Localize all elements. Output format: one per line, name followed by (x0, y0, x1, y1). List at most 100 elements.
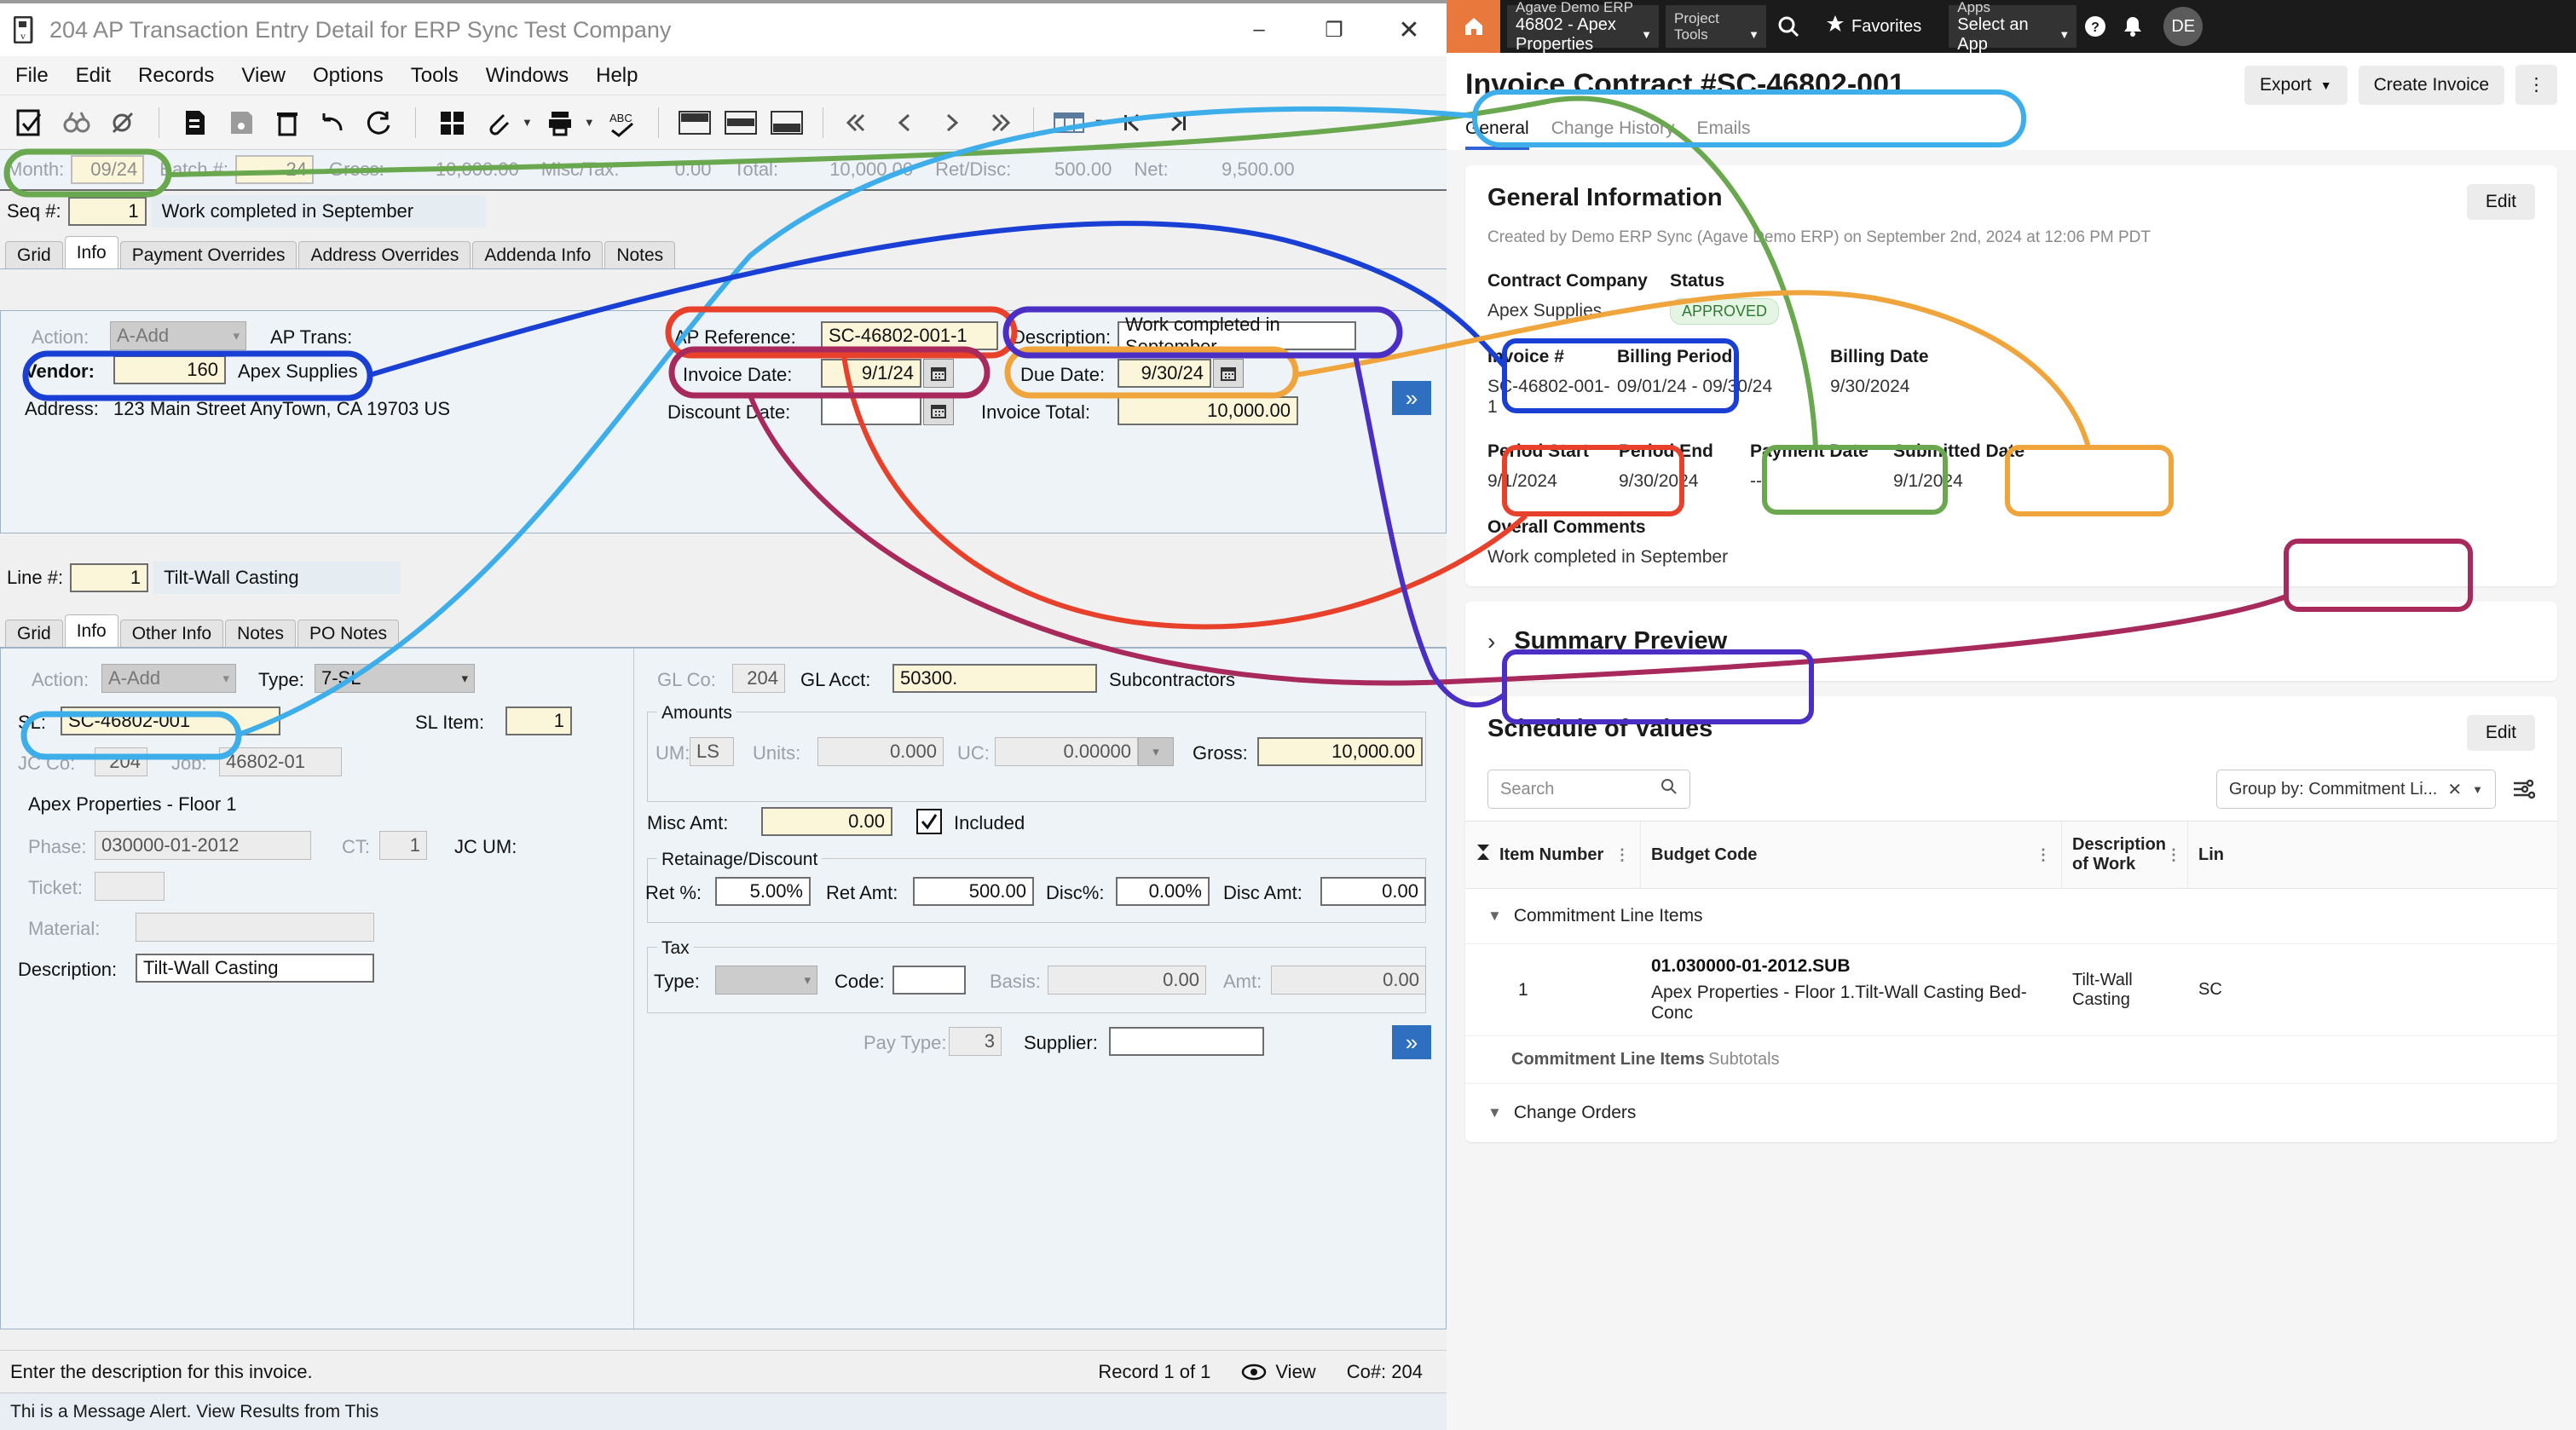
menu-options[interactable]: Options (313, 64, 384, 88)
table-row[interactable]: 1 01.030000-01-2012.SUB Apex Properties … (1465, 944, 2557, 1036)
grid-view-caret-icon[interactable]: ▼ (1094, 116, 1105, 129)
units-field[interactable]: 0.000 (817, 737, 944, 766)
favorites-button[interactable]: Favorites (1826, 14, 1921, 38)
clear-group-icon[interactable]: ✕ (2447, 779, 2462, 800)
tax-code-field[interactable] (892, 966, 966, 995)
misc-amt-field[interactable]: 0.00 (761, 807, 892, 836)
sl-item-field[interactable]: 1 (505, 706, 572, 735)
layout-top-icon[interactable] (676, 104, 713, 141)
layout-middle-icon[interactable] (722, 104, 760, 141)
menu-view[interactable]: View (241, 64, 286, 88)
um-field[interactable]: LS (690, 737, 734, 766)
apref-field[interactable]: SC-46802-001-1 (821, 321, 998, 350)
header-tab-address-overrides[interactable]: Address Overrides (298, 241, 471, 268)
sov-group-by-chip[interactable]: Group by: Commitment Li... ✕ ▼ (2215, 770, 2496, 809)
header-tab-payment-overrides[interactable]: Payment Overrides (119, 241, 297, 268)
home-icon[interactable] (1447, 0, 1500, 53)
more-actions-button[interactable]: ⋮ (2515, 65, 2557, 105)
vendor-field[interactable]: 160 (113, 355, 226, 384)
line-tab-info[interactable]: Info (64, 614, 118, 647)
group-expand-icon[interactable]: ▼ (1487, 908, 1502, 925)
jump-last-icon[interactable] (1159, 104, 1197, 141)
disc-amt-field[interactable]: 0.00 (1320, 877, 1426, 906)
tab-change-history[interactable]: Change History (1551, 118, 1675, 150)
ret-amt-field[interactable]: 500.00 (913, 877, 1034, 906)
sov-edit-button[interactable]: Edit (2466, 715, 2535, 751)
project-tools-selector[interactable]: Project Tools ▼ (1666, 5, 1766, 48)
line-type-select[interactable]: 7-SL ▾ (315, 664, 475, 693)
material-field[interactable] (136, 913, 374, 942)
seq-field[interactable]: 1 (67, 197, 147, 226)
supplier-field[interactable] (1109, 1027, 1264, 1056)
basis-field[interactable]: 0.00 (1048, 966, 1206, 995)
status-view[interactable]: View (1275, 1361, 1315, 1383)
included-checkbox[interactable] (916, 809, 942, 834)
menu-tools[interactable]: Tools (411, 64, 459, 88)
invoice-date-field[interactable]: 9/1/24 (821, 359, 921, 388)
due-date-calendar-icon[interactable] (1213, 359, 1244, 388)
new-record-icon[interactable] (176, 104, 214, 141)
disc-pct-field[interactable]: 0.00% (1116, 877, 1210, 906)
line-expand-button[interactable]: » (1392, 1025, 1431, 1059)
first-record-icon[interactable] (840, 104, 878, 141)
ct-field[interactable]: 1 (379, 831, 427, 860)
refresh-icon[interactable] (361, 104, 398, 141)
sov-col-budget-code[interactable]: Budget Code ⋮ (1641, 822, 2062, 888)
close-button[interactable]: ✕ (1372, 3, 1447, 56)
save-icon[interactable] (222, 104, 260, 141)
header-tab-addenda-info[interactable]: Addenda Info (472, 241, 604, 268)
group2-expand-icon[interactable]: ▼ (1487, 1104, 1502, 1122)
discount-date-calendar-icon[interactable] (923, 396, 954, 425)
invoice-date-calendar-icon[interactable] (923, 359, 954, 388)
menu-edit[interactable]: Edit (76, 64, 111, 88)
jump-first-icon[interactable] (1113, 104, 1151, 141)
discount-date-field[interactable] (821, 396, 921, 425)
next-record-icon[interactable] (933, 104, 970, 141)
glco-field[interactable]: 204 (732, 664, 785, 693)
sov-settings-icon[interactable] (2511, 777, 2535, 801)
last-record-icon[interactable] (979, 104, 1016, 141)
sov-col-item-number[interactable]: Item Number ⋮ (1465, 822, 1641, 888)
tax-type-select[interactable]: ▾ (715, 966, 817, 995)
header-action-select[interactable]: A-Add ▾ (110, 321, 246, 350)
grid-view-icon[interactable] (1051, 104, 1089, 141)
item-number-kebab-icon[interactable]: ⋮ (1614, 847, 1630, 862)
layout-bottom-icon[interactable] (768, 104, 806, 141)
sov-col-description-of-work[interactable]: Description of Work ⋮ (2062, 822, 2188, 888)
line-tab-po-notes[interactable]: PO Notes (297, 620, 400, 647)
clear-find-icon[interactable] (104, 104, 142, 141)
general-edit-button[interactable]: Edit (2466, 184, 2535, 220)
avatar[interactable]: DE (2163, 7, 2203, 46)
description-field[interactable]: Work completed in September (1118, 314, 1356, 357)
budget-code-kebab-icon[interactable]: ⋮ (2036, 847, 2051, 862)
sov-group-row[interactable]: ▼ Commitment Line Items (1465, 889, 2557, 944)
tax-amt-field[interactable]: 0.00 (1271, 966, 1426, 995)
spellcheck-icon[interactable]: ABC (604, 104, 641, 141)
apps-selector[interactable]: Apps Select an App ▼ (1949, 0, 2077, 54)
menu-file[interactable]: File (15, 64, 49, 88)
menu-windows[interactable]: Windows (486, 64, 569, 88)
tab-general[interactable]: General (1465, 118, 1529, 150)
invoice-total-field[interactable]: 10,000.00 (1118, 396, 1298, 425)
glacct-field[interactable]: 50300. (892, 664, 1097, 693)
batch-field[interactable]: 24 (234, 155, 314, 184)
undo-icon[interactable] (315, 104, 352, 141)
sl-field[interactable]: SC-46802-001 (61, 706, 280, 735)
line-field[interactable]: 1 (70, 563, 149, 592)
ticket-field[interactable] (95, 872, 165, 901)
print-caret-icon[interactable]: ▼ (584, 116, 595, 129)
header-tab-notes[interactable]: Notes (604, 241, 676, 268)
uc-field[interactable]: 0.00000 (995, 737, 1138, 766)
uc-dropdown-caret-icon[interactable]: ▾ (1138, 737, 1174, 766)
header-tab-info[interactable]: Info (64, 236, 118, 268)
prev-record-icon[interactable] (887, 104, 924, 141)
search-icon[interactable] (1766, 0, 1811, 53)
sov-group-row-2[interactable]: ▼ Change Orders (1465, 1084, 2557, 1142)
help-icon[interactable]: ? (2076, 0, 2114, 53)
tab-emails[interactable]: Emails (1696, 118, 1750, 150)
summary-preview-card[interactable]: › Summary Preview (1465, 602, 2557, 681)
line-description-field[interactable]: Tilt-Wall Casting (136, 954, 374, 983)
group-chevron-icon[interactable]: ▼ (2472, 783, 2483, 796)
taskbar-message[interactable]: Thi is a Message Alert. View Results fro… (10, 1402, 378, 1422)
notification-icon[interactable] (2114, 0, 2151, 53)
